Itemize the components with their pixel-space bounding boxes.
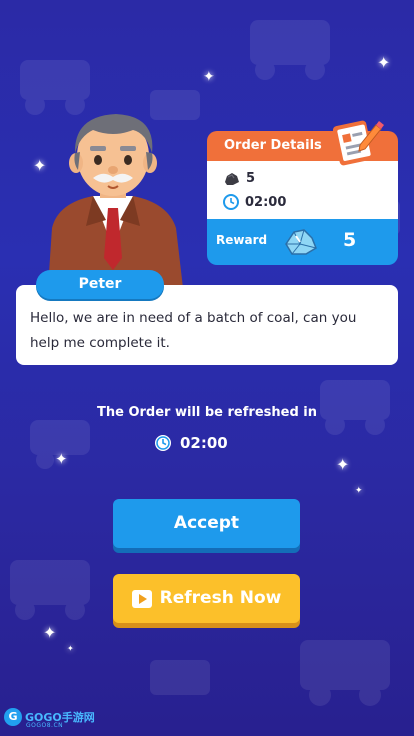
coal-amount: 5 xyxy=(246,171,256,186)
npc-name-tag: Peter xyxy=(36,270,164,299)
clock-icon xyxy=(155,435,171,451)
sparkle-icon: ✦ xyxy=(355,486,363,496)
sparkle-icon: ✦ xyxy=(377,53,391,72)
watermark-sub: GOGO8.CN xyxy=(26,722,64,729)
refresh-now-button[interactable]: Refresh Now xyxy=(113,574,300,623)
order-details-card: Order Details 5 02:00 Reward 5 xyxy=(207,120,398,267)
reward-value: 5 xyxy=(343,229,357,251)
order-screen: { "order": { "header": "Order Details", … xyxy=(0,0,414,736)
refresh-timer-value: 02:00 xyxy=(180,434,228,452)
npc-dialog-text: Hello, we are in need of a batch of coal… xyxy=(30,310,357,351)
order-time-value: 02:00 xyxy=(245,194,287,210)
watermark-logo: G GOGO手游网 GOGO8.CN xyxy=(4,708,95,729)
clock-icon xyxy=(223,194,239,210)
play-icon xyxy=(131,589,152,608)
coal-icon xyxy=(225,172,239,185)
coal-requirement: 5 xyxy=(223,171,255,186)
sparkle-icon: ✦ xyxy=(55,450,68,468)
sparkle-icon: ✦ xyxy=(203,69,215,85)
order-time: 02:00 xyxy=(223,194,286,210)
refresh-info-text: The Order will be refreshed in xyxy=(96,405,317,420)
sparkle-icon: ✦ xyxy=(67,644,74,653)
order-details-body: 5 02:00 xyxy=(207,161,398,219)
refresh-timer: 02:00 xyxy=(154,434,228,452)
accept-button[interactable]: Accept xyxy=(113,499,300,548)
gogo-logo-icon: G xyxy=(4,708,22,726)
sparkle-icon: ✦ xyxy=(43,623,57,642)
refresh-now-label: Refresh Now xyxy=(159,588,282,608)
reward-bar: Reward 5 xyxy=(207,219,398,265)
sparkle-icon: ✦ xyxy=(336,455,350,474)
reward-label: Reward xyxy=(216,233,268,247)
clipboard-icon xyxy=(332,120,384,166)
npc-peter-portrait xyxy=(48,114,183,288)
crystal-icon xyxy=(285,229,317,255)
